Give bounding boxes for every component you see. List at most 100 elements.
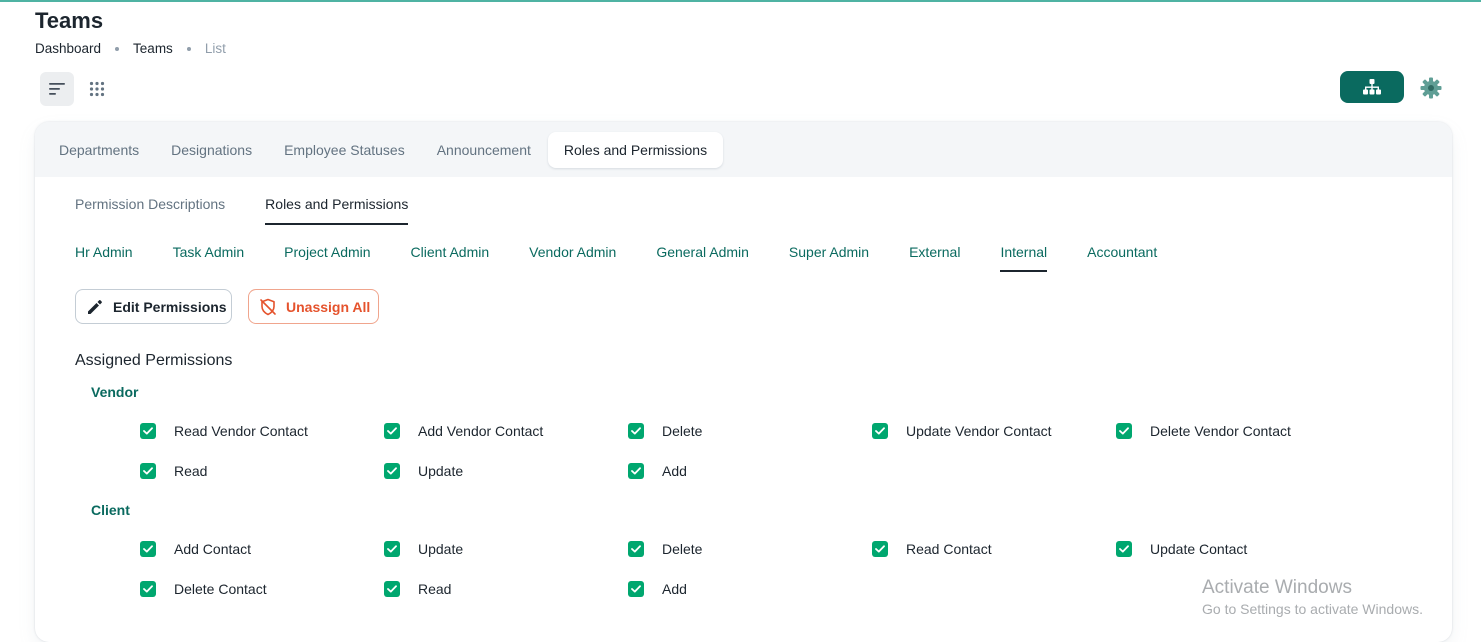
view-toggle: [37, 70, 115, 108]
role-tab-task-admin[interactable]: Task Admin: [173, 232, 245, 272]
permission-label: Delete Vendor Contact: [1150, 423, 1291, 439]
breadcrumb-list: List: [204, 41, 226, 56]
role-tab-hr-admin[interactable]: Hr Admin: [75, 232, 133, 272]
permission-item: Delete: [628, 541, 702, 557]
permission-group-title: Client: [91, 502, 130, 518]
permission-label: Delete Contact: [174, 581, 267, 597]
permission-label: Read: [174, 463, 208, 479]
windows-activation-title: Activate Windows: [1202, 577, 1352, 598]
role-tab-accountant[interactable]: Accountant: [1087, 232, 1157, 272]
windows-activation-subtitle: Go to Settings to activate Windows.: [1202, 601, 1423, 617]
check-icon: [143, 545, 153, 553]
permission-label: Delete: [662, 541, 703, 557]
permission-label: Add: [662, 463, 687, 479]
permission-checkbox[interactable]: [384, 581, 400, 597]
tab-announcement[interactable]: Announcement: [422, 132, 546, 168]
list-view-icon: [49, 83, 65, 95]
role-tab-vendor-admin[interactable]: Vendor Admin: [529, 232, 616, 272]
permission-group-title: Vendor: [91, 384, 139, 400]
check-icon: [631, 545, 641, 553]
breadcrumb-separator: [186, 46, 191, 51]
grid-view-icon: [89, 81, 105, 97]
permission-checkbox[interactable]: [872, 541, 888, 557]
grid-view-button[interactable]: [80, 72, 114, 106]
permission-checkbox[interactable]: [872, 423, 888, 439]
permission-item: Read: [140, 463, 207, 479]
tab-employee-statuses[interactable]: Employee Statuses: [269, 132, 420, 168]
org-chart-icon: [1363, 79, 1381, 95]
check-icon: [875, 545, 885, 553]
check-icon: [631, 585, 641, 593]
permission-label: Add Vendor Contact: [418, 423, 544, 439]
unassign-all-label: Unassign All: [286, 298, 371, 315]
check-icon: [387, 585, 397, 593]
check-icon: [387, 427, 397, 435]
check-icon: [631, 467, 641, 475]
permission-item: Add: [628, 463, 687, 479]
check-icon: [875, 427, 885, 435]
permission-checkbox[interactable]: [140, 423, 156, 439]
permission-item: Update: [384, 541, 463, 557]
check-icon: [143, 427, 153, 435]
permission-checkbox[interactable]: [384, 463, 400, 479]
role-tab-project-admin[interactable]: Project Admin: [284, 232, 370, 272]
permission-checkbox[interactable]: [384, 423, 400, 439]
unassign-all-button[interactable]: Unassign All: [248, 289, 379, 324]
permission-checkbox[interactable]: [140, 541, 156, 557]
permission-label: Update: [418, 541, 464, 557]
breadcrumb-dashboard[interactable]: Dashboard: [35, 41, 101, 56]
permission-item: Add Vendor Contact: [384, 423, 543, 439]
tab-roles-and-permissions[interactable]: Roles and Permissions: [547, 131, 724, 168]
settings-button[interactable]: [1420, 77, 1442, 99]
permission-checkbox[interactable]: [628, 581, 644, 597]
subtab-permission-descriptions[interactable]: Permission Descriptions: [75, 184, 225, 224]
permission-label: Read Vendor Contact: [174, 423, 308, 439]
check-icon: [631, 427, 641, 435]
permission-checkbox[interactable]: [628, 541, 644, 557]
permission-label: Read: [418, 581, 452, 597]
check-icon: [143, 585, 153, 593]
check-icon: [387, 467, 397, 475]
role-tab-super-admin[interactable]: Super Admin: [789, 232, 869, 272]
role-tab-general-admin[interactable]: General Admin: [656, 232, 749, 272]
permission-item: Delete: [628, 423, 702, 439]
role-tab-internal[interactable]: Internal: [1000, 232, 1047, 272]
permission-label: Update: [418, 463, 464, 479]
permission-label: Add: [662, 581, 687, 597]
permission-checkbox[interactable]: [384, 541, 400, 557]
breadcrumb-teams[interactable]: Teams: [133, 41, 173, 56]
permission-checkbox[interactable]: [628, 463, 644, 479]
permission-item: Read Contact: [872, 541, 992, 557]
list-view-button[interactable]: [40, 72, 74, 106]
edit-permissions-button[interactable]: Edit Permissions: [75, 289, 232, 324]
sub-tabs: Permission Descriptions Roles and Permis…: [75, 184, 448, 225]
permission-checkbox[interactable]: [1116, 541, 1132, 557]
top-accent-line: [0, 0, 1481, 2]
permission-item: Update Vendor Contact: [872, 423, 1052, 439]
breadcrumb: Dashboard Teams List: [35, 41, 226, 56]
subtab-roles-and-permissions[interactable]: Roles and Permissions: [265, 184, 409, 225]
permission-item: Update Contact: [1116, 541, 1247, 557]
permission-label: Read Contact: [906, 541, 992, 557]
content-card: Departments Designations Employee Status…: [35, 122, 1452, 642]
check-icon: [1119, 427, 1129, 435]
permission-label: Add Contact: [174, 541, 252, 557]
page-title: Teams: [35, 8, 104, 33]
permission-checkbox[interactable]: [140, 463, 156, 479]
tab-departments[interactable]: Departments: [44, 132, 154, 168]
permission-checkbox[interactable]: [628, 423, 644, 439]
assigned-permissions-title: Assigned Permissions: [75, 352, 233, 369]
permission-item: Delete Contact: [140, 581, 267, 597]
role-tab-external[interactable]: External: [909, 232, 960, 272]
permission-item: Read: [384, 581, 451, 597]
role-tab-client-admin[interactable]: Client Admin: [411, 232, 490, 272]
permission-checkbox[interactable]: [1116, 423, 1132, 439]
org-chart-button[interactable]: [1340, 71, 1404, 103]
main-tabs: Departments Designations Employee Status…: [35, 122, 1452, 177]
permission-item: Add: [628, 581, 687, 597]
tab-designations[interactable]: Designations: [156, 132, 267, 168]
edit-permissions-label: Edit Permissions: [113, 298, 227, 315]
shield-off-icon: [259, 298, 277, 316]
permission-checkbox[interactable]: [140, 581, 156, 597]
gear-icon: [1420, 77, 1442, 99]
